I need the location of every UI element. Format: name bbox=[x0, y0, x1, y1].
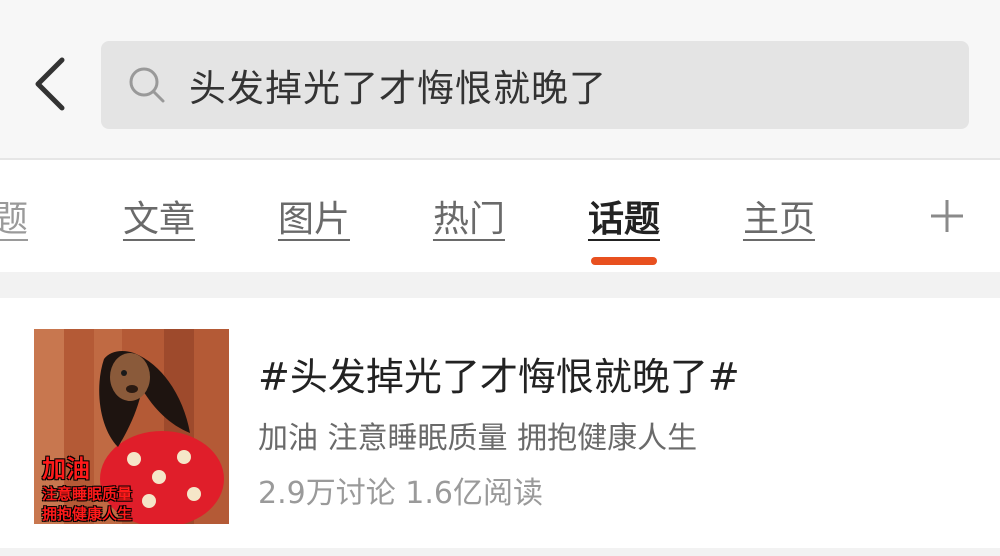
top-bar: 头发掉光了才悔恨就晚了 bbox=[0, 0, 1000, 158]
tab-homepage[interactable]: 主页 bbox=[730, 160, 828, 272]
thumbnail-caption-line2: 注意睡眠质量 bbox=[42, 485, 133, 503]
tab-articles[interactable]: 文章 bbox=[110, 160, 208, 272]
tab-hot[interactable]: 热门 bbox=[420, 160, 518, 272]
active-tab-indicator bbox=[591, 257, 657, 265]
tab-images[interactable]: 图片 bbox=[265, 160, 363, 272]
topic-result-card[interactable]: 加油 注意睡眠质量 拥抱健康人生 #头发掉光了才悔恨就晚了# 加油 注意睡眠质量… bbox=[0, 298, 1000, 548]
topic-title: #头发掉光了才悔恨就晚了# bbox=[258, 355, 740, 399]
topic-thumbnail: 加油 注意睡眠质量 拥抱健康人生 bbox=[34, 329, 229, 524]
thumbnail-caption-line1: 加油 bbox=[42, 455, 90, 483]
tab-partial[interactable]: 题 bbox=[0, 160, 40, 272]
bottom-spacer bbox=[0, 548, 1000, 556]
topic-description: 加油 注意睡眠质量 拥抱健康人生 bbox=[258, 421, 698, 456]
add-tab-button[interactable] bbox=[922, 188, 972, 244]
thumbnail-caption-line3: 拥抱健康人生 bbox=[42, 505, 133, 523]
search-query-text: 头发掉光了才悔恨就晚了 bbox=[189, 67, 607, 110]
search-input[interactable]: 头发掉光了才悔恨就晚了 bbox=[101, 41, 969, 129]
chevron-left-icon bbox=[35, 57, 65, 111]
search-icon bbox=[125, 63, 169, 107]
tab-topics[interactable]: 话题 bbox=[575, 160, 673, 272]
back-button[interactable] bbox=[22, 52, 78, 116]
tab-bar: 题 文章 图片 热门 话题 主页 bbox=[0, 160, 1000, 272]
plus-icon bbox=[931, 200, 963, 232]
topic-stats: 2.9万讨论 1.6亿阅读 bbox=[258, 476, 543, 511]
